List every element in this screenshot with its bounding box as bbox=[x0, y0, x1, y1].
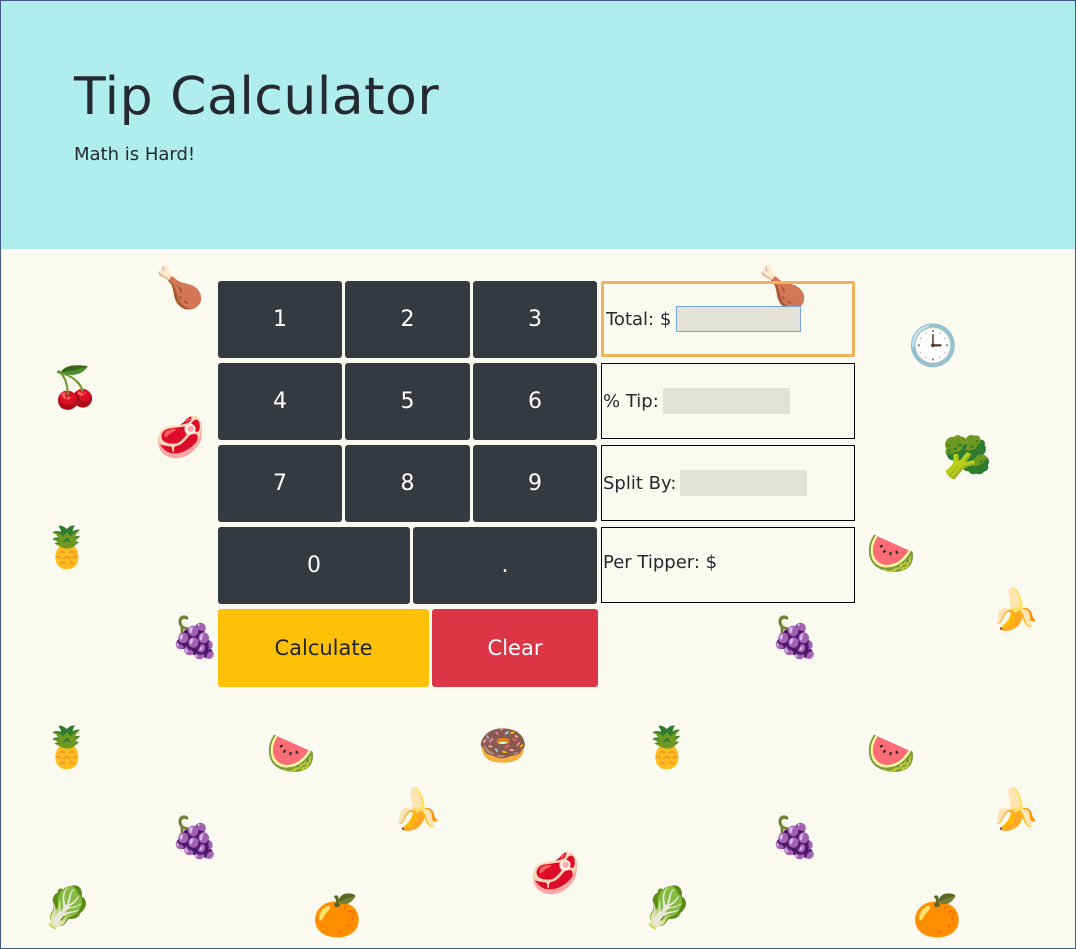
asparagus-icon: 🥬 bbox=[42, 885, 92, 931]
pineapple-icon: 🍍 bbox=[42, 725, 92, 771]
tip-label: % Tip: bbox=[603, 390, 659, 412]
watermelon-icon: 🍉 bbox=[266, 731, 316, 777]
key-decimal[interactable]: . bbox=[413, 527, 597, 604]
watermelon-icon: 🍉 bbox=[866, 531, 916, 577]
citrus-icon: 🍊 bbox=[312, 893, 362, 939]
banana-icon: 🍌 bbox=[990, 787, 1040, 833]
page-title: Tip Calculator bbox=[74, 67, 440, 127]
calculate-button[interactable]: Calculate bbox=[218, 609, 429, 687]
key-4[interactable]: 4 bbox=[218, 363, 342, 440]
tip-field: % Tip: bbox=[601, 363, 855, 439]
total-field: Total: $ bbox=[601, 281, 855, 357]
turkey-icon: 🍗 bbox=[155, 265, 205, 311]
pineapple-icon: 🍍 bbox=[642, 725, 692, 771]
grapes-icon: 🍇 bbox=[170, 815, 220, 861]
steak-icon: 🥩 bbox=[155, 415, 205, 461]
grapes-icon: 🍇 bbox=[170, 615, 220, 661]
total-input[interactable] bbox=[676, 306, 802, 332]
header-banner: Tip Calculator Math is Hard! bbox=[1, 1, 1075, 249]
split-label: Split By: bbox=[603, 472, 677, 494]
broccoli-icon: 🥦 bbox=[942, 435, 992, 481]
key-9[interactable]: 9 bbox=[473, 445, 597, 522]
tip-input[interactable] bbox=[662, 388, 790, 414]
page-subtitle: Math is Hard! bbox=[74, 144, 196, 165]
key-8[interactable]: 8 bbox=[345, 445, 470, 522]
clear-button[interactable]: Clear bbox=[432, 609, 598, 687]
per-tipper-label: Per Tipper: $ bbox=[603, 552, 718, 573]
donut-icon: 🍩 bbox=[478, 723, 528, 769]
steak-icon: 🥩 bbox=[530, 851, 580, 897]
key-2[interactable]: 2 bbox=[345, 281, 470, 358]
key-3[interactable]: 3 bbox=[473, 281, 597, 358]
split-input[interactable] bbox=[680, 470, 808, 496]
grapes-icon: 🍇 bbox=[770, 615, 820, 661]
key-0[interactable]: 0 bbox=[218, 527, 410, 604]
cherry-icon: 🍒 bbox=[50, 365, 100, 411]
pineapple-icon: 🍍 bbox=[42, 525, 92, 571]
key-6[interactable]: 6 bbox=[473, 363, 597, 440]
total-label: Total: $ bbox=[606, 308, 672, 330]
asparagus-icon: 🥬 bbox=[642, 885, 692, 931]
key-5[interactable]: 5 bbox=[345, 363, 470, 440]
banana-icon: 🍌 bbox=[990, 587, 1040, 633]
split-field: Split By: bbox=[601, 445, 855, 521]
grapes-icon: 🍇 bbox=[770, 815, 820, 861]
watermelon-icon: 🍉 bbox=[866, 731, 916, 777]
key-7[interactable]: 7 bbox=[218, 445, 342, 522]
clock-icon: 🕒 bbox=[908, 323, 958, 369]
per-tipper-field: Per Tipper: $ bbox=[601, 527, 855, 603]
citrus-icon: 🍊 bbox=[912, 893, 962, 939]
banana-icon: 🍌 bbox=[392, 787, 442, 833]
key-1[interactable]: 1 bbox=[218, 281, 342, 358]
